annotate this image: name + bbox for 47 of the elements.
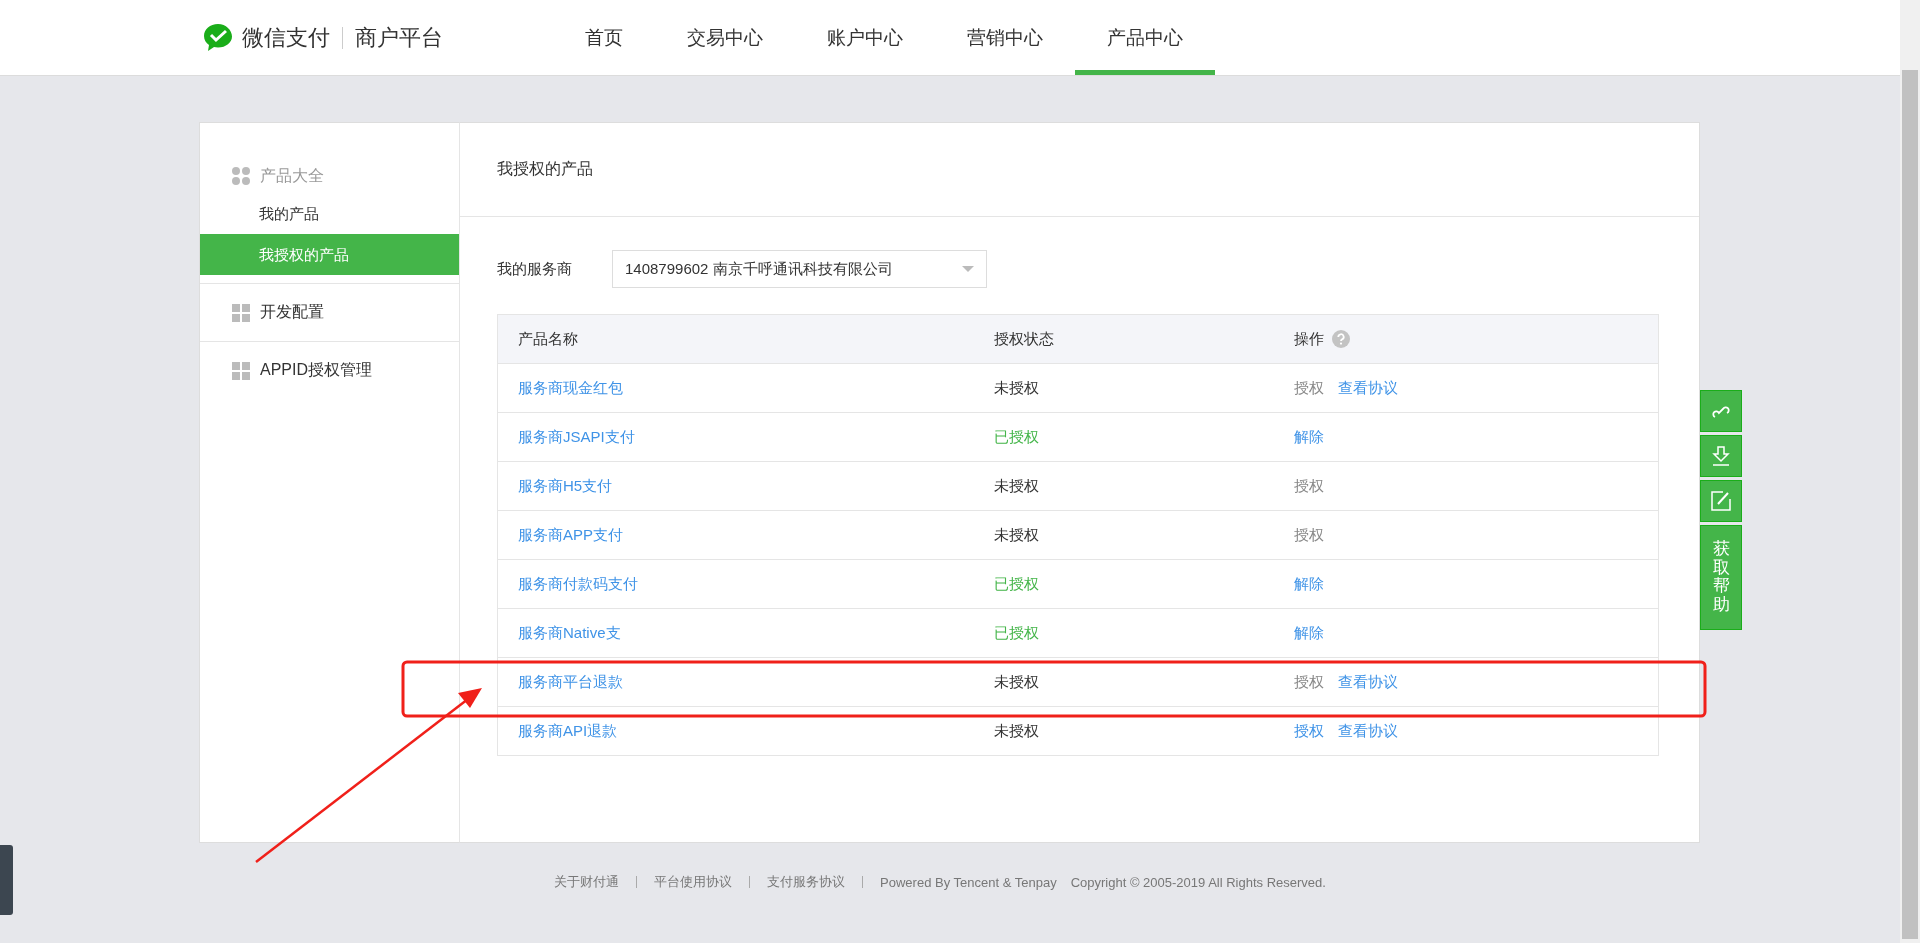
product-name: 商户平台 [355,23,443,52]
action-link[interactable]: 查看协议 [1338,672,1398,692]
footer-link[interactable]: 支付服务协议 [767,873,846,891]
status-text: 已授权 [994,574,1039,592]
status-text: 未授权 [994,672,1039,690]
action-link[interactable]: 解除 [1294,427,1324,447]
action-link[interactable]: 解除 [1294,623,1324,643]
product-link[interactable]: 服务商APP支付 [518,525,623,543]
action-link[interactable]: 查看协议 [1338,721,1398,741]
page-title: 我授权的产品 [497,159,593,179]
footer-link[interactable]: 关于财付通 [554,873,620,891]
column-header: 产品名称 [518,329,578,347]
copyright-text: Copyright © 2005-2019 All Rights Reserved. [1070,874,1326,890]
sidebar-group[interactable]: 产品大全 [260,165,324,187]
product-link[interactable]: 服务商API退款 [518,721,618,739]
nav-tab[interactable]: 产品中心 [1075,0,1215,75]
product-link[interactable]: 服务商H5支付 [518,476,613,494]
product-link[interactable]: 服务商现金红包 [518,378,623,396]
powered-by-text: Powered By Tencent & Tenpay [880,874,1057,890]
action-link[interactable]: 授权 [1294,721,1324,741]
sidebar-group[interactable]: 开发配置 [260,302,324,323]
nav-tab[interactable]: 账户中心 [795,0,935,75]
column-header: 操作 [1294,329,1324,349]
sidebar-item[interactable]: 我的产品 [200,193,459,234]
help-button[interactable]: 获取帮助 [1700,525,1742,630]
status-text: 未授权 [994,525,1039,543]
action-link[interactable]: 查看协议 [1338,378,1398,398]
status-text: 未授权 [994,476,1039,494]
column-header: 授权状态 [994,329,1054,347]
product-link[interactable]: 服务商JSAPI支付 [518,427,635,445]
provider-label: 我的服务商 [497,259,572,279]
nav-tab[interactable]: 首页 [553,0,655,75]
status-text: 未授权 [994,378,1039,396]
brand-name: 微信支付 [242,23,330,52]
status-text: 未授权 [994,721,1039,739]
product-link[interactable]: 服务商平台退款 [518,672,623,690]
action-link[interactable]: 解除 [1294,574,1324,594]
sidebar-item[interactable]: 我授权的产品 [200,234,459,275]
nav-tab[interactable]: 交易中心 [655,0,795,75]
sidebar-group[interactable]: APPID授权管理 [260,360,372,381]
footer-link[interactable]: 平台使用协议 [654,873,733,891]
status-text: 已授权 [994,427,1039,445]
provider-select[interactable]: 1408799602 南京千呼通讯科技有限公司 [612,250,987,288]
status-text: 已授权 [994,623,1039,641]
nav-tab[interactable]: 营销中心 [935,0,1075,75]
product-link[interactable]: 服务商Native支 [518,623,621,641]
product-link[interactable]: 服务商付款码支付 [518,574,638,592]
